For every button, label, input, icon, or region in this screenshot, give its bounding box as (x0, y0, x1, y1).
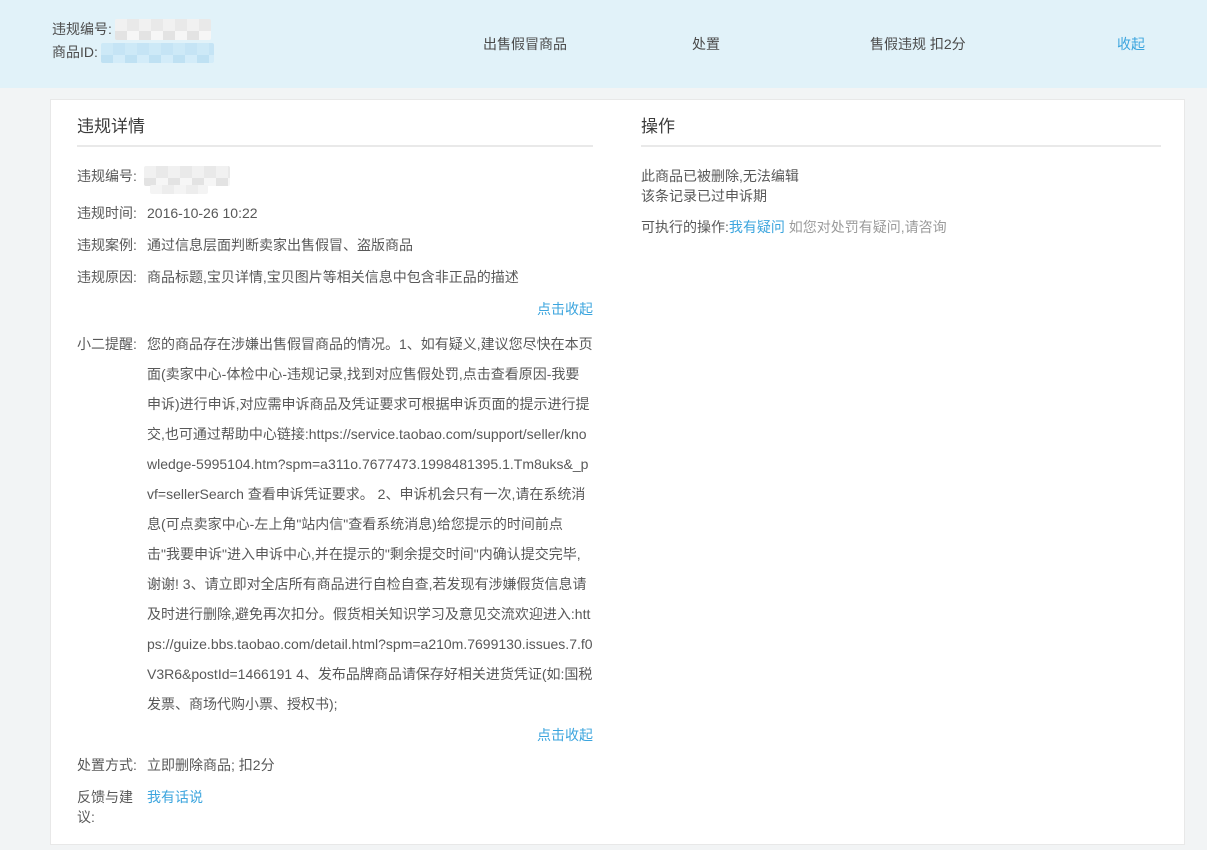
violation-no-label: 违规编号: (77, 166, 147, 191)
collapse-link[interactable]: 收起 (1117, 36, 1145, 52)
violation-reason-value: 商品标题,宝贝详情,宝贝图片等相关信息中包含非正品的描述 (147, 267, 593, 287)
violation-case-value: 通过信息层面判断卖家出售假冒、盗版商品 (147, 235, 593, 255)
staff-reminder-text: 您的商品存在涉嫌出售假冒商品的情况。1、如有疑义,建议您尽快在本页面(卖家中心-… (147, 329, 593, 719)
staff-reminder-row: 小二提醒: 您的商品存在涉嫌出售假冒商品的情况。1、如有疑义,建议您尽快在本页面… (77, 329, 593, 719)
violation-reason-label: 违规原因: (77, 267, 147, 287)
feedback-label: 反馈与建议: (77, 787, 147, 827)
appeal-expired-status: 该条记录已过申诉期 (641, 186, 1161, 206)
topbar-product-id-row: 商品ID: (52, 41, 214, 64)
disposal-method-row: 处置方式: 立即删除商品; 扣2分 (77, 755, 593, 775)
have-question-link[interactable]: 我有疑问 (729, 219, 785, 235)
reminder-collapse-line: 点击收起 (77, 725, 593, 745)
topbar-penalty: 售假违规 扣2分 (870, 36, 966, 52)
violation-case-row: 违规案例: 通过信息层面判断卖家出售假冒、盗版商品 (77, 235, 593, 255)
violation-detail-panel: 违规详情 违规编号: 违规时间: 2016-10-26 10:22 违规案例: … (50, 99, 1185, 845)
executable-operations-row: 可执行的操作:我有疑问 如您对处罚有疑问,请咨询 (641, 217, 1161, 237)
topbar-product-id-label: 商品ID: (52, 41, 98, 64)
topbar-product-id-redacted (101, 43, 214, 63)
feedback-link[interactable]: 我有话说 (147, 789, 203, 805)
topbar-violation-no-row: 违规编号: (52, 18, 214, 41)
violation-detail-title: 违规详情 (77, 114, 593, 147)
violation-reason-row: 违规原因: 商品标题,宝贝详情,宝贝图片等相关信息中包含非正品的描述 (77, 267, 593, 287)
violation-no-row: 违规编号: (77, 166, 593, 191)
topbar-violation-type: 出售假冒商品 (483, 36, 567, 52)
staff-reminder-label: 小二提醒: (77, 329, 147, 719)
violation-case-label: 违规案例: (77, 235, 147, 255)
feedback-row: 反馈与建议: 我有话说 (77, 787, 593, 827)
topbar-violation-no-redacted (115, 19, 211, 40)
violation-time-row: 违规时间: 2016-10-26 10:22 (77, 203, 593, 223)
executable-operations-label: 可执行的操作: (641, 219, 729, 235)
violation-time-value: 2016-10-26 10:22 (147, 203, 593, 223)
collapse-reason-link[interactable]: 点击收起 (537, 301, 593, 317)
product-deleted-status: 此商品已被删除,无法编辑 (641, 166, 1161, 186)
violation-no-redacted (144, 166, 230, 186)
reason-collapse-line: 点击收起 (77, 299, 593, 319)
disposal-method-label: 处置方式: (77, 755, 147, 775)
topbar-disposal: 处置 (692, 36, 720, 52)
operation-section: 操作 此商品已被删除,无法编辑 该条记录已过申诉期 可执行的操作:我有疑问 如您… (641, 100, 1161, 237)
question-hint: 如您对处罚有疑问,请咨询 (789, 219, 947, 235)
violation-detail-section: 违规详情 违规编号: 违规时间: 2016-10-26 10:22 违规案例: … (77, 100, 593, 839)
operation-title: 操作 (641, 114, 1161, 147)
disposal-method-value: 立即删除商品; 扣2分 (147, 755, 593, 775)
violation-time-label: 违规时间: (77, 203, 147, 223)
collapse-reminder-link[interactable]: 点击收起 (537, 727, 593, 743)
violation-summary-bar: 违规编号: 商品ID: 出售假冒商品 处置 售假违规 扣2分 收起 (0, 0, 1207, 88)
topbar-ids: 违规编号: 商品ID: (52, 18, 214, 64)
topbar-violation-no-label: 违规编号: (52, 18, 112, 41)
